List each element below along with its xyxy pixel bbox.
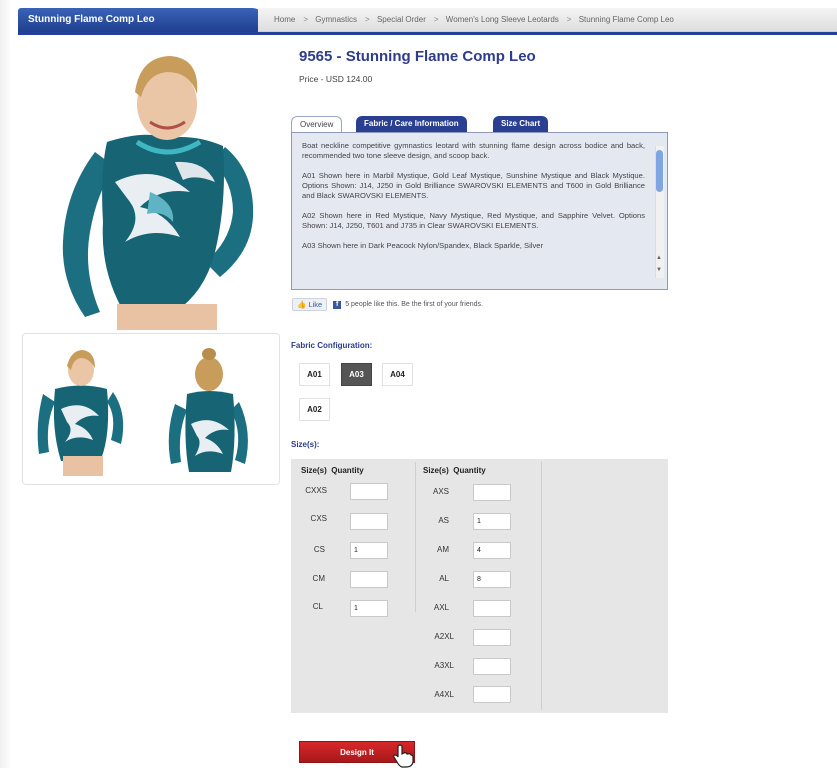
size-label-axs: AXS (432, 487, 449, 496)
main-product-image[interactable] (55, 42, 277, 330)
size-label-as: AS (438, 516, 449, 525)
product-header-tab: Stunning Flame Comp Leo (18, 8, 266, 32)
scrollbar-thumb[interactable] (656, 150, 663, 192)
size-label-cxxs: CXXS (305, 486, 327, 495)
size-label-a3xl: A3XL (434, 661, 454, 670)
facebook-like-button[interactable]: 👍 Like (292, 298, 328, 311)
thumbnail-back[interactable] (161, 344, 257, 476)
size-label-a2xl: A2XL (434, 632, 454, 641)
qty-input-a3xl[interactable] (473, 658, 511, 675)
scroll-up-arrow-icon[interactable]: ▲ (656, 255, 662, 261)
size-label-axl: AXL (433, 603, 449, 612)
breadcrumb-gymnastics[interactable]: Gymnastics (315, 15, 357, 24)
fabric-option-a03[interactable]: A03 (341, 363, 372, 386)
scroll-down-arrow-icon[interactable]: ▼ (656, 267, 662, 273)
thumbnail-gallery (22, 333, 280, 485)
fabric-option-a01[interactable]: A01 (299, 363, 330, 386)
qty-input-cxxs[interactable] (350, 483, 388, 500)
qty-input-cxs[interactable] (350, 513, 388, 530)
size-label-a4xl: A4XL (434, 690, 454, 699)
like-count-text: 5 people like this. Be the first of your… (345, 301, 483, 308)
tab-size-chart[interactable]: Size Chart (493, 116, 549, 133)
size-label-cl: CL (312, 602, 323, 611)
sizes-label: Size(s): (291, 440, 320, 449)
qty-input-axl[interactable] (473, 600, 511, 617)
size-label-cxs: CXS (310, 514, 327, 523)
fabric-config-label: Fabric Configuration: (291, 341, 373, 350)
window-edge (0, 0, 12, 768)
fabric-option-a02[interactable]: A02 (299, 398, 330, 421)
right-size-header: Size(s) Quantity (423, 466, 486, 475)
qty-input-axs[interactable] (473, 484, 511, 501)
breadcrumb-home[interactable]: Home (274, 15, 295, 24)
tab-overview[interactable]: Overview (291, 116, 343, 133)
size-label-am: AM (437, 545, 449, 554)
qty-input-cl[interactable]: 1 (350, 600, 388, 617)
breadcrumb: Home > Gymnastics > Special Order > Women's… (258, 8, 837, 32)
facebook-like-row: 👍 Like f 5 people like this. Be the firs… (292, 298, 483, 311)
facebook-icon: f (333, 300, 342, 309)
product-price: Price - USD 124.00 (299, 74, 373, 84)
qty-input-al[interactable]: 8 (473, 571, 511, 588)
size-label-al: AL (439, 574, 449, 583)
description-paragraph: A02 Shown here in Red Mystique, Navy Mys… (302, 211, 645, 230)
thumbnail-front[interactable] (33, 344, 129, 476)
qty-input-a2xl[interactable] (473, 629, 511, 646)
description-paragraph: Boat neckline competitive gymnastics leo… (302, 141, 645, 160)
qty-input-as[interactable]: 1 (473, 513, 511, 530)
qty-input-cs[interactable]: 1 (350, 542, 388, 559)
column-divider (541, 462, 542, 710)
qty-input-a4xl[interactable] (473, 686, 511, 703)
breadcrumb-current: Stunning Flame Comp Leo (578, 15, 674, 24)
breadcrumb-special-order[interactable]: Special Order (377, 15, 426, 24)
product-title: 9565 - Stunning Flame Comp Leo (299, 48, 536, 65)
qty-input-cm[interactable] (350, 571, 388, 588)
left-size-header: Size(s) Quantity (301, 466, 364, 475)
overview-description[interactable]: Boat neckline competitive gymnastics leo… (291, 132, 668, 290)
breadcrumb-category[interactable]: Women's Long Sleeve Leotards (446, 15, 559, 24)
header-rule (18, 32, 837, 35)
size-label-cm: CM (312, 574, 325, 583)
column-divider (415, 462, 416, 612)
hand-cursor-icon (392, 744, 414, 768)
size-label-cs: CS (313, 545, 325, 554)
qty-input-am[interactable]: 4 (473, 542, 511, 559)
description-paragraph: A01 Shown here in Marbil Mystique, Gold … (302, 171, 645, 200)
description-paragraph: A03 Shown here in Dark Peacock Nylon/Spa… (302, 241, 544, 250)
fabric-option-a04[interactable]: A04 (382, 363, 413, 386)
tab-fabric-care[interactable]: Fabric / Care Information (356, 116, 467, 133)
